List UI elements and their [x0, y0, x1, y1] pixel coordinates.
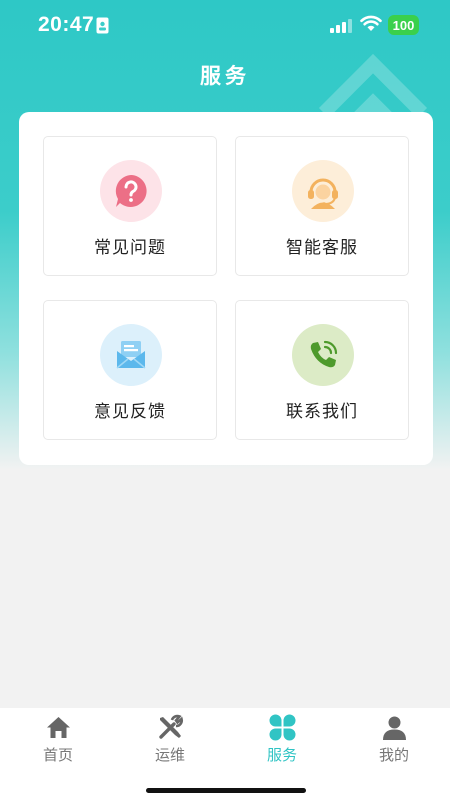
status-bar: 20:47 100 [0, 0, 450, 50]
tab-services-label: 服务 [266, 746, 297, 764]
phone-call-icon [292, 324, 354, 386]
battery-indicator: 100 [388, 15, 419, 35]
service-faq[interactable]: 常见问题 [43, 136, 217, 276]
wifi-icon [360, 15, 382, 31]
tab-services[interactable]: 服务 [226, 708, 338, 778]
id-card-icon [96, 17, 109, 34]
headset-agent-icon [292, 160, 354, 222]
home-indicator[interactable] [146, 788, 306, 793]
services-card: 常见问题 智能客服 意见反馈 联系我们 [19, 112, 433, 465]
bottom-tab-bar: 首页 运维 服务 我的 [0, 708, 450, 800]
service-smart-support[interactable]: 智能客服 [235, 136, 409, 276]
service-feedback[interactable]: 意见反馈 [43, 300, 217, 440]
service-contact-us[interactable]: 联系我们 [235, 300, 409, 440]
page-title: 服务 [200, 64, 250, 88]
service-smart-support-label: 智能客服 [286, 238, 358, 258]
tab-maintenance-label: 运维 [154, 746, 185, 764]
tab-home-label: 首页 [42, 746, 73, 764]
user-icon [383, 716, 406, 740]
tab-maintenance[interactable]: 运维 [114, 708, 226, 778]
service-contact-us-label: 联系我们 [286, 402, 358, 422]
service-feedback-label: 意见反馈 [94, 402, 166, 422]
envelope-icon [100, 324, 162, 386]
home-icon [47, 717, 70, 738]
signal-icon [330, 19, 352, 33]
tab-profile-label: 我的 [378, 746, 409, 764]
clover-icon [269, 714, 296, 741]
tools-icon [159, 714, 183, 739]
service-faq-label: 常见问题 [94, 238, 166, 258]
status-time: 20:47 [38, 13, 95, 36]
tab-home[interactable]: 首页 [2, 708, 114, 778]
tab-profile[interactable]: 我的 [338, 708, 450, 778]
question-bubble-icon [100, 160, 162, 222]
